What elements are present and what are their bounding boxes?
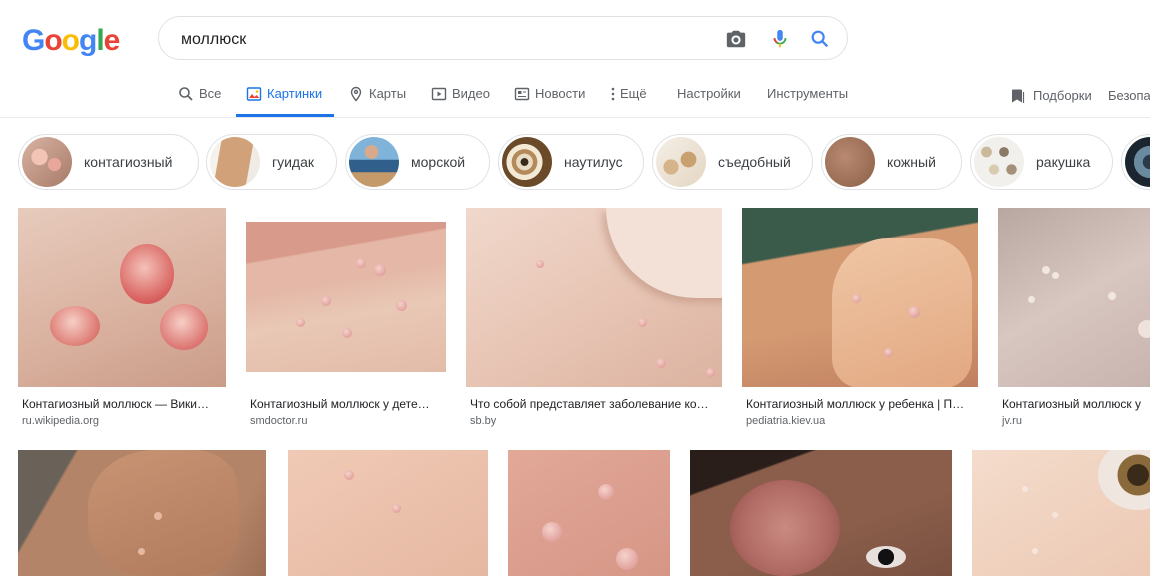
more-vert-icon — [611, 87, 615, 101]
chip-thumbnail — [656, 137, 706, 187]
logo-letter: g — [79, 24, 97, 57]
logo-letter: G — [22, 24, 45, 57]
tab-label: Карты — [369, 86, 407, 101]
image-result[interactable] — [18, 450, 266, 576]
chip-shell[interactable]: ракушка — [970, 134, 1113, 190]
chip-thumbnail — [22, 137, 72, 187]
result-thumbnail[interactable] — [690, 450, 952, 576]
chip-thumbnail — [502, 137, 552, 187]
result-caption[interactable]: Что собой представляет заболевание ко… — [470, 397, 718, 411]
result-thumbnail[interactable] — [466, 208, 722, 387]
chip-sea[interactable]: морской — [345, 134, 490, 190]
result-thumbnail[interactable] — [972, 450, 1150, 576]
search-input[interactable] — [179, 27, 703, 53]
result-caption[interactable]: Контагиозный моллюск у дете… — [250, 397, 442, 411]
result-domain: smdoctor.ru — [250, 415, 308, 427]
tab-settings[interactable]: Настройки — [677, 80, 741, 116]
bookmark-icon — [1012, 89, 1025, 103]
chip-thumbnail — [825, 137, 875, 187]
collections-label: Подборки — [1033, 88, 1092, 103]
image-result[interactable] — [972, 450, 1150, 576]
chip-skin[interactable]: кожный — [821, 134, 962, 190]
camera-icon[interactable] — [725, 28, 747, 50]
tab-maps[interactable]: Карты — [348, 80, 406, 116]
chip-label: гуидак — [272, 154, 315, 170]
image-result[interactable]: Контагиозный моллюск — Вики… ru.wikipedi… — [18, 208, 226, 430]
chip-label: ракушка — [1036, 154, 1091, 170]
chip-label: наутилус — [564, 154, 623, 170]
tab-label: Инструменты — [767, 86, 849, 101]
collections-button[interactable]: Подборки — [1010, 80, 1092, 116]
image-result[interactable] — [508, 450, 670, 576]
tab-video[interactable]: Видео — [431, 80, 490, 116]
google-logo[interactable]: Google — [22, 24, 121, 58]
chip-contagious[interactable]: контагиозный — [18, 134, 199, 190]
play-icon — [431, 87, 447, 101]
image-result[interactable]: Контагиозный моллюск у jv.ru — [998, 208, 1150, 430]
search-icon — [179, 87, 193, 101]
chip-thumbnail — [974, 137, 1024, 187]
chip-partial[interactable] — [1121, 134, 1150, 190]
tab-images[interactable]: Картинки — [236, 80, 335, 117]
result-thumbnail[interactable] — [998, 208, 1150, 387]
chip-label: съедобный — [718, 154, 791, 170]
chip-thumbnail — [210, 137, 260, 187]
result-domain: jv.ru — [1002, 415, 1022, 427]
search-tabs: Все Картинки Карты Видео Новости Ещё Нас… — [0, 80, 1150, 118]
image-result[interactable] — [690, 450, 952, 576]
tab-news[interactable]: Новости — [514, 80, 585, 116]
image-result[interactable]: Контагиозный моллюск у дете… smdoctor.ru — [246, 208, 446, 430]
map-pin-icon — [350, 86, 362, 102]
images-icon — [246, 87, 262, 101]
tab-label: Ещё — [620, 86, 647, 101]
result-caption[interactable]: Контагиозный моллюск — Вики… — [22, 397, 222, 411]
search-box[interactable] — [158, 16, 848, 60]
tab-more[interactable]: Ещё — [609, 80, 647, 116]
tab-label: Видео — [452, 86, 490, 101]
tab-label: Все — [199, 86, 222, 101]
safesearch-label: Безопа — [1108, 88, 1150, 103]
chip-thumbnail — [349, 137, 399, 187]
image-result[interactable] — [288, 450, 488, 576]
chip-label: кожный — [887, 154, 936, 170]
microphone-icon[interactable] — [769, 28, 791, 50]
result-caption[interactable]: Контагиозный моллюск у ребенка | П… — [746, 397, 974, 411]
logo-letter: o — [61, 24, 80, 57]
chip-geoduck[interactable]: гуидак — [206, 134, 337, 190]
logo-letter: l — [96, 24, 104, 57]
result-thumbnail[interactable] — [742, 208, 978, 387]
tab-all[interactable]: Все — [178, 80, 221, 116]
chip-edible[interactable]: съедобный — [652, 134, 813, 190]
related-chips: контагиозный гуидак морской наутилус съе… — [0, 133, 1150, 193]
tab-label: Новости — [535, 86, 586, 101]
result-caption[interactable]: Контагиозный моллюск у — [1002, 397, 1150, 411]
logo-letter: o — [44, 24, 62, 57]
image-result[interactable]: Что собой представляет заболевание ко… s… — [466, 208, 722, 430]
tab-label: Картинки — [267, 86, 323, 101]
tab-tools[interactable]: Инструменты — [767, 80, 848, 116]
result-domain: ru.wikipedia.org — [22, 415, 100, 427]
result-domain: sb.by — [470, 415, 497, 427]
chip-thumbnail — [1125, 137, 1150, 187]
safesearch-button[interactable]: Безопа — [1108, 80, 1150, 116]
chip-label: морской — [411, 154, 466, 170]
chip-label: контагиозный — [84, 154, 173, 170]
result-domain: pediatria.kiev.ua — [746, 415, 826, 427]
result-thumbnail[interactable] — [508, 450, 670, 576]
result-thumbnail[interactable] — [246, 208, 446, 387]
result-thumbnail[interactable] — [18, 208, 226, 387]
image-result[interactable]: Контагиозный моллюск у ребенка | П… pedi… — [742, 208, 978, 430]
result-thumbnail[interactable] — [288, 450, 488, 576]
news-icon — [514, 87, 530, 101]
search-icon[interactable] — [809, 28, 831, 50]
logo-letter: e — [103, 24, 121, 57]
chip-nautilus[interactable]: наутилус — [498, 134, 644, 190]
result-thumbnail[interactable] — [18, 450, 266, 576]
tab-label: Настройки — [677, 86, 741, 101]
